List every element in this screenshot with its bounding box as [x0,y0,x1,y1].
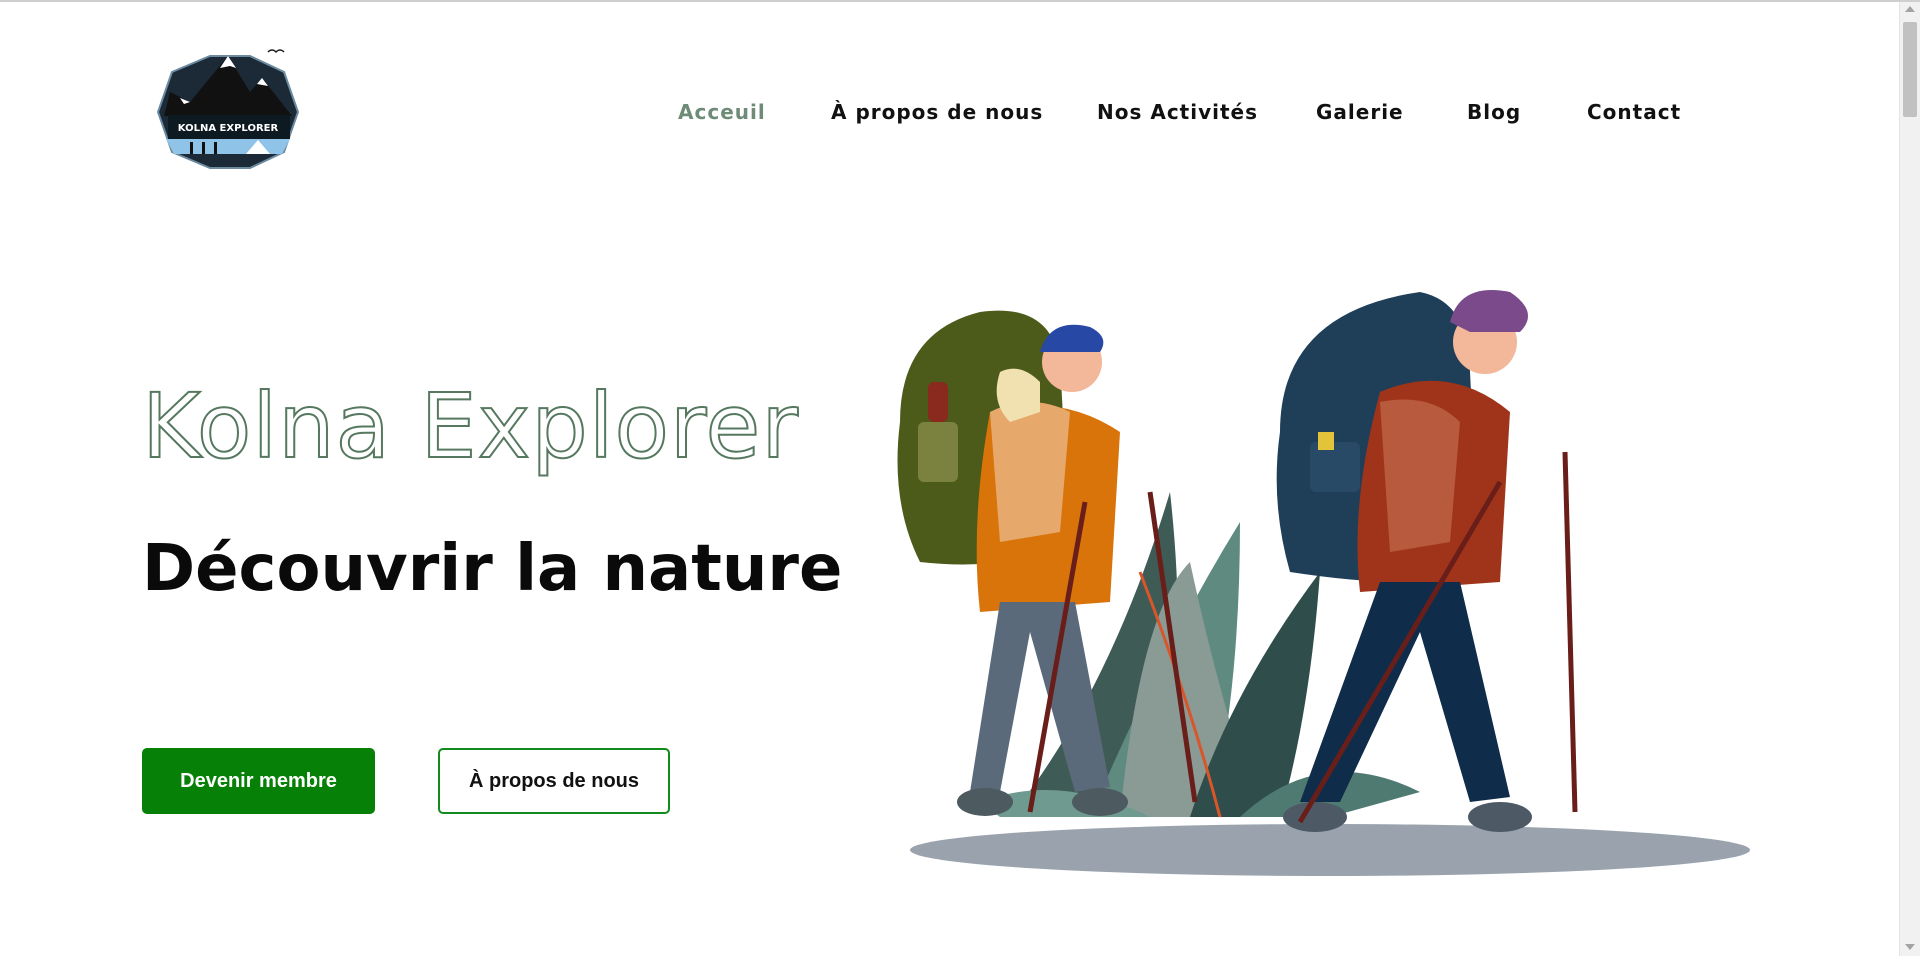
svg-text:KOLNA EXPLORER: KOLNA EXPLORER [178,123,279,134]
about-us-button[interactable]: À propos de nous [438,748,670,814]
hero-subtitle: Découvrir la nature [142,532,843,606]
nav-item-blog[interactable]: Blog [1467,100,1521,124]
nav-item-a-propos[interactable]: À propos de nous [831,100,1043,124]
nav-item-contact[interactable]: Contact [1587,100,1681,124]
become-member-button[interactable]: Devenir membre [142,748,375,814]
hikers-illustration-icon [897,290,1750,876]
page-scrollbar[interactable] [1899,2,1920,956]
hikers-illustration [860,272,1760,892]
logo-mountain-badge-icon: KOLNA EXPLORER [156,49,300,169]
site-logo[interactable]: KOLNA EXPLORER [150,42,306,176]
hero-title: Kolna Explorer [141,373,799,479]
scrollbar-thumb[interactable] [1903,22,1917,117]
nav-item-acceuil[interactable]: Acceuil [678,100,766,124]
scroll-up-arrow-icon[interactable] [1905,6,1915,12]
scroll-down-arrow-icon[interactable] [1905,944,1915,950]
nav-item-galerie[interactable]: Galerie [1316,100,1404,124]
nav-item-activites[interactable]: Nos Activités [1097,100,1258,124]
page: KOLNA EXPLORER Acceuil À propos de nous … [0,2,1900,956]
